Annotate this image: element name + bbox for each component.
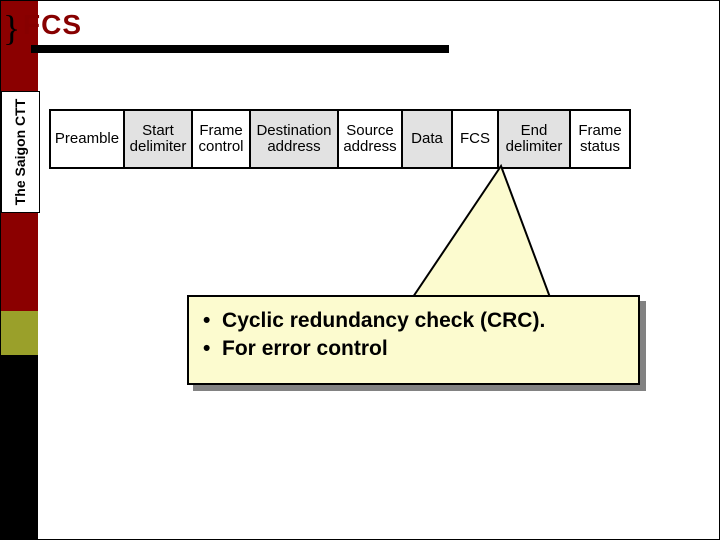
slide: The Saigon CTT } FCS Preamble Start deli… bbox=[0, 0, 720, 540]
callout-box: • Cyclic redundancy check (CRC). • For e… bbox=[187, 295, 640, 385]
field-start-delimiter: Start delimiter bbox=[123, 109, 193, 169]
left-strip-black bbox=[1, 355, 38, 540]
field-destination-address: Destination address bbox=[249, 109, 339, 169]
field-frame-status: Frame status bbox=[569, 109, 631, 169]
field-frame-control: Frame control bbox=[191, 109, 251, 169]
left-strip-olive bbox=[1, 311, 38, 355]
field-fcs: FCS bbox=[451, 109, 499, 169]
page-title: FCS bbox=[23, 9, 82, 41]
frame-structure-row: Preamble Start delimiter Frame control D… bbox=[51, 109, 631, 169]
header-bar bbox=[31, 45, 449, 53]
callout-line-2: • For error control bbox=[203, 335, 624, 363]
sidebar-label: The Saigon CTT bbox=[1, 91, 40, 213]
callout-line-1: • Cyclic redundancy check (CRC). bbox=[203, 307, 624, 335]
field-data: Data bbox=[401, 109, 453, 169]
field-preamble: Preamble bbox=[49, 109, 125, 169]
title-brace: } bbox=[3, 7, 20, 49]
field-source-address: Source address bbox=[337, 109, 403, 169]
field-end-delimiter: End delimiter bbox=[497, 109, 571, 169]
